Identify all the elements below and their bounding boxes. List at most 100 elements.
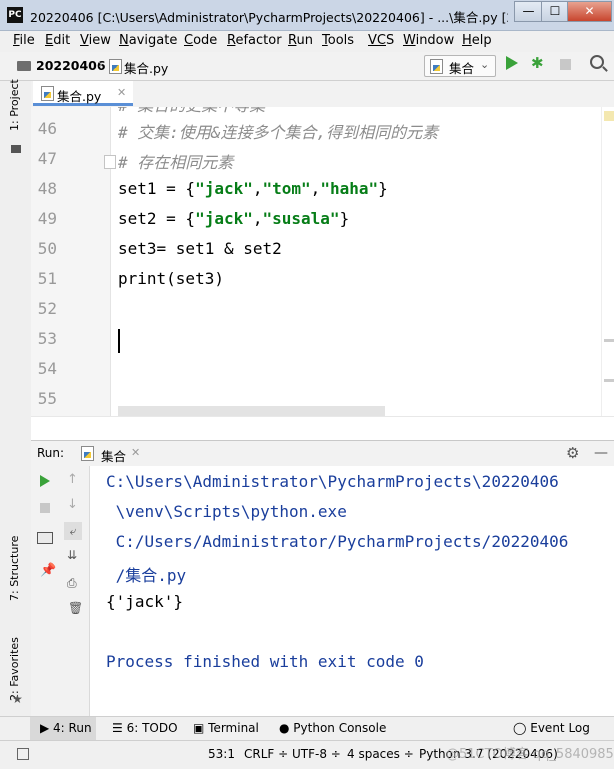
- layout-icon[interactable]: [37, 532, 53, 544]
- minimize-panel-icon[interactable]: —: [594, 445, 608, 461]
- line-number: 46: [37, 119, 57, 138]
- code-editor[interactable]: # 集合的更集不等集 # 交集:使用&连接多个集合,得到相同的元素 # 存在相同元…: [111, 107, 601, 416]
- pycharm-app-icon: PC: [7, 7, 23, 23]
- menu-help[interactable]: Help: [462, 33, 492, 48]
- tab-run[interactable]: ▶ 4: Run: [40, 721, 92, 735]
- status-bar: 53:1 CRLF ÷ UTF-8 ÷ 4 spaces ÷ Python 3.…: [0, 740, 614, 769]
- menu-window[interactable]: Window: [403, 33, 454, 48]
- code-line: set1 = {"jack","tom","haha"}: [118, 179, 388, 198]
- navigation-bar: 20220406 › 集合.py: [0, 52, 614, 81]
- arrow-down-icon[interactable]: ↓: [67, 497, 78, 512]
- editor-gutter: 46 47 48 49 50 51 52 53 54 55: [31, 107, 111, 416]
- line-number: 48: [37, 179, 57, 198]
- menu-view[interactable]: View: [80, 33, 111, 48]
- breadcrumb-file[interactable]: 集合.py: [124, 58, 168, 77]
- line-number: 49: [37, 209, 57, 228]
- maximize-button[interactable]: ☐: [541, 1, 569, 22]
- close-icon[interactable]: ✕: [117, 86, 126, 99]
- watermark: @51CTO博客 qq_58409857: [446, 747, 614, 762]
- menu-edit[interactable]: Edit: [45, 33, 70, 48]
- minimize-button[interactable]: —: [514, 1, 543, 22]
- stop-icon[interactable]: [560, 59, 571, 70]
- gear-icon[interactable]: ⚙: [566, 444, 579, 462]
- python-file-icon: [430, 59, 443, 74]
- python-file-icon: [81, 446, 94, 461]
- string-literal: "tom": [262, 179, 311, 198]
- editor-vertical-scrollbar[interactable]: [601, 107, 614, 416]
- menu-vcs[interactable]: VCS: [368, 33, 394, 48]
- text-caret: [118, 329, 120, 353]
- tab-structure[interactable]: 7: Structure: [8, 536, 21, 601]
- fold-marker[interactable]: [104, 155, 116, 169]
- menu-navigate[interactable]: Navigate: [119, 33, 177, 48]
- run-label: Run:: [37, 446, 65, 460]
- console-line: {'jack'}: [106, 592, 184, 611]
- menu-file[interactable]: File: [13, 33, 35, 48]
- tab-terminal[interactable]: ▣ Terminal: [193, 721, 259, 735]
- tab-python-console[interactable]: ● Python Console: [279, 721, 386, 735]
- editor-tab-label: 集合.py: [57, 89, 102, 104]
- tab-project[interactable]: 1: Project: [8, 79, 21, 131]
- line-number: 53: [37, 329, 57, 348]
- star-icon: ★: [12, 692, 23, 706]
- status-indent[interactable]: 4 spaces ÷: [347, 747, 414, 761]
- console-line: C:/Users/Administrator/PycharmProjects/2…: [106, 532, 569, 551]
- tool-window-bar: ▶ 4: Run ☰ 6: TODO ▣ Terminal ● Python C…: [0, 716, 614, 741]
- arrow-up-icon[interactable]: ↑: [67, 472, 78, 487]
- soft-wrap-icon[interactable]: ⤶: [64, 522, 82, 540]
- status-line-separator[interactable]: CRLF ÷: [244, 747, 288, 761]
- status-encoding[interactable]: UTF-8 ÷: [292, 747, 341, 761]
- code-line: # 存在相同元素: [118, 153, 234, 172]
- run-toolbar: 📌 ↑ ↓ ⤶ ⇊ ⎙ 🗑: [31, 466, 90, 716]
- rerun-icon[interactable]: [40, 475, 50, 487]
- editor-tab-bar: 集合.py ✕: [31, 81, 614, 108]
- menu-tools[interactable]: Tools: [322, 33, 354, 48]
- string-literal: "jack": [195, 209, 253, 228]
- line-number: 47: [37, 149, 57, 168]
- pin-icon[interactable]: 📌: [40, 563, 56, 578]
- close-button[interactable]: ✕: [567, 1, 612, 22]
- console-line: /集合.py: [106, 566, 187, 585]
- run-console[interactable]: C:\Users\Administrator\PycharmProjects\2…: [90, 466, 614, 716]
- menu-run[interactable]: Run: [288, 33, 313, 48]
- run-tab-label[interactable]: 集合: [101, 446, 126, 465]
- run-configuration-label: 集合: [449, 61, 475, 76]
- layout-toggle-icon[interactable]: [17, 748, 29, 760]
- menu-code[interactable]: Code: [184, 33, 217, 48]
- scroll-marker: [604, 379, 614, 382]
- print-icon[interactable]: ⎙: [67, 576, 77, 591]
- title-bar: PC 20220406 [C:\Users\Administrator\Pych…: [0, 0, 614, 31]
- tab-editor-file[interactable]: 集合.py ✕: [33, 81, 133, 106]
- menu-refactor[interactable]: Refactor: [227, 33, 282, 48]
- editor-bottom-spacer: [31, 416, 614, 441]
- code-line: set3= set1 & set2: [118, 239, 282, 258]
- code-line-partial: # 集合的更集不等集: [118, 107, 265, 116]
- folder-icon: [17, 61, 31, 71]
- run-panel-header: Run: 集合 ✕ ⚙ —: [31, 440, 614, 468]
- close-icon[interactable]: ✕: [131, 446, 140, 459]
- run-icon[interactable]: [506, 56, 518, 70]
- tab-todo[interactable]: ☰ 6: TODO: [112, 721, 178, 735]
- status-caret-position[interactable]: 53:1: [208, 747, 235, 761]
- string-literal: "susala": [262, 209, 340, 228]
- tab-event-log[interactable]: ◯ Event Log: [513, 721, 590, 735]
- breadcrumb-project[interactable]: 20220406: [36, 58, 106, 73]
- code-line: # 交集:使用&连接多个集合,得到相同的元素: [118, 123, 439, 142]
- line-number: 52: [37, 299, 57, 318]
- line-number: 54: [37, 359, 57, 378]
- marker-icon: [604, 111, 614, 121]
- scroll-marker: [604, 339, 614, 342]
- line-number: 55: [37, 389, 57, 408]
- string-literal: "jack": [195, 179, 253, 198]
- python-file-icon: [109, 59, 122, 74]
- stop-icon[interactable]: [40, 503, 50, 513]
- line-number: 50: [37, 239, 57, 258]
- code-line: print(set3): [118, 269, 224, 288]
- scroll-to-end-icon[interactable]: ⇊: [67, 548, 77, 562]
- debug-icon[interactable]: ✱: [531, 56, 544, 71]
- chevron-down-icon: ⌄: [480, 58, 490, 71]
- editor-horizontal-scrollbar[interactable]: [118, 406, 385, 416]
- run-configuration-select[interactable]: 集合 ⌄: [424, 55, 496, 77]
- trash-icon[interactable]: 🗑: [68, 601, 83, 615]
- line-number: 51: [37, 269, 57, 288]
